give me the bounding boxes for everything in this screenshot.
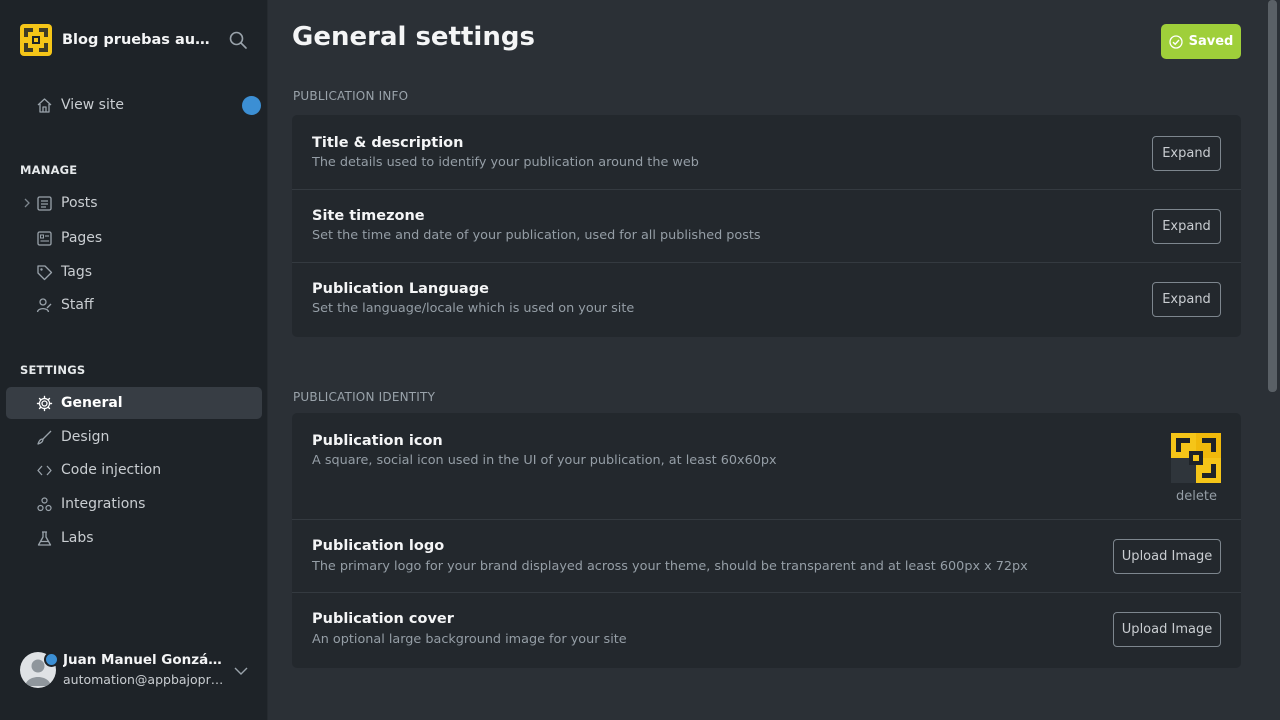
chevron-right-icon[interactable] xyxy=(22,197,32,209)
site-name: Blog pruebas automatizadas xyxy=(62,32,212,48)
upload-cover-button[interactable]: Upload Image xyxy=(1113,612,1221,647)
nav-tags[interactable]: Tags xyxy=(6,256,262,288)
pages-icon xyxy=(37,231,52,246)
setting-description: The primary logo for your brand displaye… xyxy=(312,559,1028,574)
search-icon[interactable] xyxy=(228,30,248,50)
nav-general[interactable]: General xyxy=(6,387,262,419)
sidebar: Blog pruebas automatizadas View site MAN… xyxy=(0,0,268,720)
chevron-down-icon[interactable] xyxy=(234,666,248,676)
setting-description: Set the language/locale which is used on… xyxy=(312,301,635,316)
setting-title: Title & description xyxy=(312,135,464,151)
setting-row-publication-cover: Publication cover An optional large back… xyxy=(292,593,1241,668)
nav-labs-label: Labs xyxy=(61,530,94,546)
nav-pages-label: Pages xyxy=(61,230,103,246)
setting-row-publication-icon: Publication icon A square, social icon u… xyxy=(292,413,1241,520)
gear-icon xyxy=(36,395,53,412)
settings-heading: SETTINGS xyxy=(20,363,86,377)
nav-view-site[interactable]: View site xyxy=(6,89,262,121)
setting-row-timezone: Site timezone Set the time and date of y… xyxy=(292,190,1241,263)
posts-icon xyxy=(37,196,52,211)
nav-staff-label: Staff xyxy=(61,297,94,313)
saved-label: Saved xyxy=(1188,34,1234,49)
integrations-icon xyxy=(37,497,52,512)
manage-heading: MANAGE xyxy=(20,163,78,177)
code-icon xyxy=(37,465,52,476)
user-email: automation@appbajopruebas.com xyxy=(63,672,225,687)
staff-icon xyxy=(36,298,52,313)
setting-title: Publication cover xyxy=(312,611,454,627)
brush-icon xyxy=(37,430,52,445)
scrollbar-thumb[interactable] xyxy=(1268,0,1277,392)
setting-title: Publication logo xyxy=(312,538,445,554)
site-logo xyxy=(20,24,52,56)
nav-posts-label: Posts xyxy=(61,195,98,211)
publication-info-heading: PUBLICATION INFO xyxy=(293,89,409,103)
tag-icon xyxy=(37,265,53,281)
site-brand[interactable]: Blog pruebas automatizadas xyxy=(20,24,212,56)
publication-identity-card: Publication icon A square, social icon u… xyxy=(292,413,1241,668)
nav-integrations-label: Integrations xyxy=(61,496,146,512)
setting-row-language: Publication Language Set the language/lo… xyxy=(292,263,1241,337)
flask-icon xyxy=(37,531,52,546)
nav-code-injection-label: Code injection xyxy=(61,462,162,478)
setting-description: The details used to identify your public… xyxy=(312,155,699,170)
setting-description: Set the time and date of your publicatio… xyxy=(312,228,761,243)
page-title: General settings xyxy=(292,22,535,52)
nav-code-injection[interactable]: Code injection xyxy=(6,454,262,486)
delete-icon-link[interactable]: delete xyxy=(1176,489,1217,504)
nav-posts[interactable]: Posts xyxy=(6,187,262,219)
user-menu[interactable]: Juan Manuel González automation@appbajop… xyxy=(20,652,260,692)
publication-identity-heading: PUBLICATION IDENTITY xyxy=(293,390,436,404)
notification-dot[interactable] xyxy=(242,96,261,115)
nav-general-label: General xyxy=(61,395,123,411)
setting-row-title-description: Title & description The details used to … xyxy=(292,115,1241,190)
setting-title: Publication Language xyxy=(312,281,489,297)
nav-pages[interactable]: Pages xyxy=(6,222,262,254)
expand-title-button[interactable]: Expand xyxy=(1152,136,1221,171)
nav-design-label: Design xyxy=(61,429,110,445)
publication-icon-preview[interactable] xyxy=(1171,433,1221,483)
nav-view-site-label: View site xyxy=(61,97,124,113)
user-name: Juan Manuel González xyxy=(63,652,225,668)
publication-info-card: Title & description The details used to … xyxy=(292,115,1241,337)
saved-button[interactable]: Saved xyxy=(1161,24,1241,59)
user-status-dot xyxy=(44,652,59,667)
expand-timezone-button[interactable]: Expand xyxy=(1152,209,1221,244)
nav-integrations[interactable]: Integrations xyxy=(6,488,262,520)
setting-description: A square, social icon used in the UI of … xyxy=(312,453,777,468)
check-circle-icon xyxy=(1168,34,1183,49)
setting-title: Publication icon xyxy=(312,433,443,449)
nav-design[interactable]: Design xyxy=(6,421,262,453)
nav-tags-label: Tags xyxy=(61,264,92,280)
setting-description: An optional large background image for y… xyxy=(312,632,627,647)
nav-staff[interactable]: Staff xyxy=(6,289,262,321)
expand-language-button[interactable]: Expand xyxy=(1152,282,1221,317)
home-icon xyxy=(37,98,52,113)
upload-logo-button[interactable]: Upload Image xyxy=(1113,539,1221,574)
setting-title: Site timezone xyxy=(312,208,425,224)
setting-row-publication-logo: Publication logo The primary logo for yo… xyxy=(292,520,1241,593)
nav-labs[interactable]: Labs xyxy=(6,522,262,554)
